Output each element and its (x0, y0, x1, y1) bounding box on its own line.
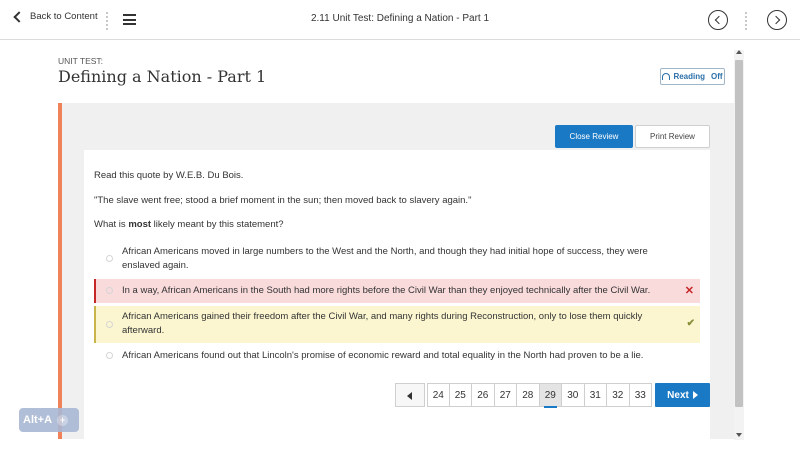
plus-icon: + (57, 414, 69, 426)
page-28[interactable]: 28 (517, 383, 540, 407)
answer-text: African Americans moved in large numbers… (122, 246, 648, 271)
answer-option-d[interactable]: African Americans found out that Lincoln… (94, 349, 700, 365)
answer-text: In a way, African Americans in the South… (122, 285, 651, 296)
scroll-down-icon[interactable] (736, 433, 742, 437)
page-29-current[interactable]: 29 (539, 383, 562, 408)
scroll-up-icon[interactable] (736, 50, 742, 54)
next-label: Next (667, 389, 689, 401)
reading-toggle-button[interactable]: Reading Off (660, 68, 725, 85)
accent-bar (58, 103, 62, 439)
radio-button[interactable] (106, 321, 113, 328)
page-31[interactable]: 31 (584, 383, 607, 407)
radio-button[interactable] (106, 287, 113, 294)
question-instruction: What is most likely meant by this statem… (94, 219, 284, 230)
emphasis-most: most (128, 219, 152, 230)
page-26[interactable]: 26 (472, 383, 495, 407)
reading-label: Reading (673, 72, 705, 81)
play-arrow-icon (692, 391, 698, 399)
answer-option-b[interactable]: In a way, African Americans in the South… (94, 279, 700, 303)
lesson-title: 2.11 Unit Test: Defining a Nation - Part… (310, 13, 490, 24)
page-25[interactable]: 25 (449, 383, 472, 407)
accessibility-label: Alt+A (23, 414, 53, 426)
incorrect-icon: ✕ (684, 285, 694, 297)
next-question-button[interactable]: Next (655, 383, 710, 407)
page-24[interactable]: 24 (427, 383, 450, 407)
answer-option-a[interactable]: African Americans moved in large numbers… (94, 243, 700, 275)
correct-check-icon: ✔ (686, 318, 695, 329)
page-30[interactable]: 30 (562, 383, 585, 407)
page-27[interactable]: 27 (494, 383, 517, 407)
question-quote: "The slave went free; stood a brief mome… (94, 195, 472, 206)
headphones-icon (662, 73, 671, 80)
previous-question-button[interactable] (395, 383, 425, 407)
print-review-button[interactable]: Print Review (635, 125, 710, 148)
answer-option-c[interactable]: African Americans gained their freedom a… (94, 306, 700, 343)
question-pagination: 24 25 26 27 28 29 30 31 32 33 Next (395, 383, 710, 408)
scrollbar-thumb[interactable] (735, 60, 743, 407)
unit-label: UNIT TEST: (58, 56, 104, 66)
divider (745, 12, 747, 30)
accessibility-badge[interactable]: Alt+A + (19, 408, 79, 432)
close-review-button[interactable]: Close Review (555, 125, 633, 148)
page-32[interactable]: 32 (607, 383, 630, 407)
next-activity-button[interactable] (767, 10, 787, 30)
page-33[interactable]: 33 (629, 383, 652, 407)
reading-state: Off (711, 72, 723, 81)
radio-button[interactable] (106, 255, 113, 262)
top-bar: Back to Content 2.11 Unit Test: Defining… (0, 0, 800, 40)
answer-text: African Americans found out that Lincoln… (122, 350, 644, 361)
page-title: Defining a Nation - Part 1 (58, 67, 267, 86)
radio-button[interactable] (106, 352, 113, 359)
answer-text: African Americans gained their freedom a… (122, 311, 643, 336)
question-prompt: Read this quote by W.E.B. Du Bois. (94, 170, 244, 181)
previous-activity-button[interactable] (708, 10, 728, 30)
